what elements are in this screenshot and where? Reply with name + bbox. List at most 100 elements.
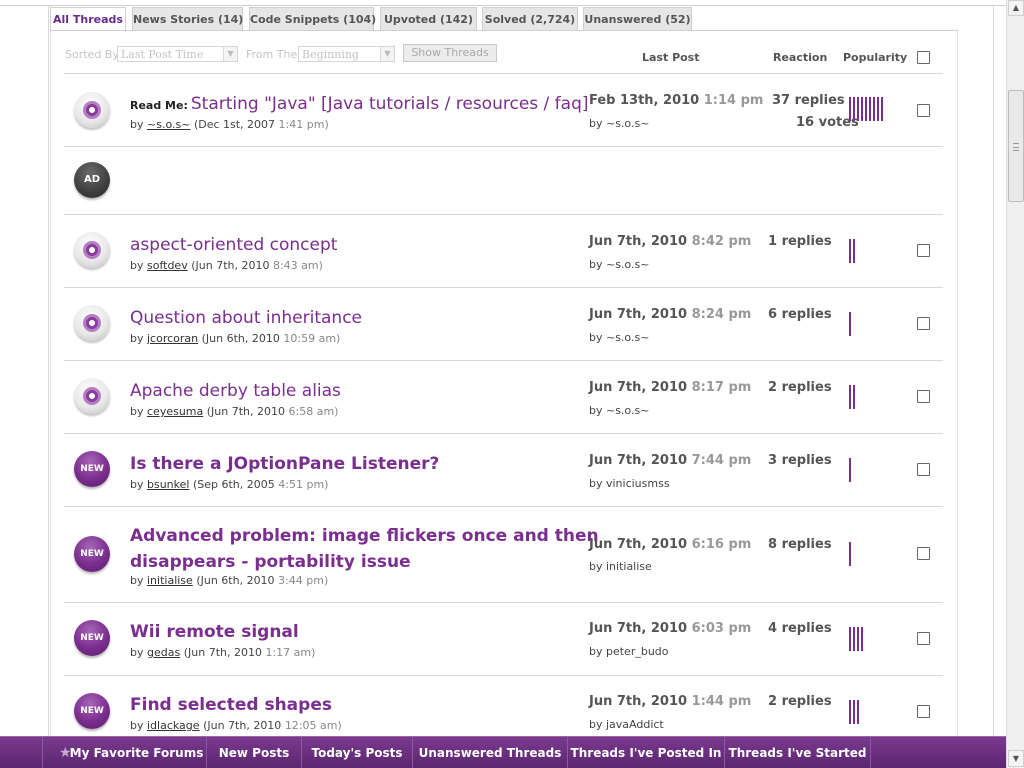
popularity-bars (849, 312, 853, 336)
starter-username[interactable]: bsunkel (147, 478, 189, 491)
quick-links-bar: ★ My Favorite Forums New Posts Today's P… (0, 736, 1006, 768)
reply-count: 6 replies (768, 307, 832, 322)
thread-starter: by jcorcoran (Jun 6th, 2010 10:59 am) (130, 332, 340, 345)
starter-username[interactable]: softdev (147, 259, 188, 272)
thread-title[interactable]: Advanced problem: image flickers once an… (130, 523, 599, 575)
starter-username[interactable]: ~s.o.s~ (147, 118, 190, 131)
sort-select[interactable]: Last Post Time ▼ (117, 46, 238, 62)
started-date: (Jun 7th, 2010 (206, 405, 286, 418)
tab-solved[interactable]: Solved (2,724) (482, 7, 578, 31)
thread-title[interactable]: Read Me: Starting "Java" [Java tutorials … (130, 91, 589, 119)
thread-checkbox[interactable] (917, 547, 930, 560)
column-popularity[interactable]: Popularity (843, 51, 907, 64)
tab-unanswered[interactable]: Unanswered (52) (583, 7, 692, 31)
thread-row: Read Me: Starting "Java" [Java tutorials … (64, 74, 943, 147)
threads-started-link[interactable]: Threads I've Started (725, 737, 871, 768)
thread-starter: by idlackage (Jun 7th, 2010 12:05 am) (130, 719, 342, 732)
popularity-bars (849, 97, 885, 121)
thread-checkbox[interactable] (917, 104, 930, 117)
new-thread-icon: NEW (74, 536, 110, 572)
scroll-up-arrow-icon[interactable]: ▲ (1008, 0, 1024, 16)
started-date: (Jun 7th, 2010 (183, 646, 262, 659)
thread-checkbox[interactable] (917, 632, 930, 645)
from-select[interactable]: Beginning ▼ (298, 46, 395, 62)
last-poster[interactable]: by ~s.o.s~ (589, 404, 649, 417)
thread-title[interactable]: Find selected shapes (130, 692, 332, 718)
tab-news-stories[interactable]: News Stories (14) (132, 7, 243, 31)
popularity-bar (869, 97, 871, 121)
popularity-bars (849, 385, 857, 409)
thread-title[interactable]: aspect-oriented concept (130, 232, 337, 258)
scroll-down-arrow-icon[interactable]: ▼ (1008, 750, 1024, 767)
read-me-prefix: Read Me: (130, 99, 188, 112)
last-poster[interactable]: by peter_budo (589, 645, 669, 658)
started-date: (Dec 1st, 2007 (193, 118, 276, 131)
popularity-bar (881, 97, 883, 121)
column-last-post[interactable]: Last Post (642, 51, 700, 64)
popularity-bar (853, 627, 855, 651)
thread-checkbox[interactable] (917, 705, 930, 718)
scrollbar-thumb[interactable] (1008, 90, 1024, 202)
popularity-bar (849, 239, 851, 263)
popularity-bars (849, 542, 853, 566)
todays-posts-link[interactable]: Today's Posts (302, 737, 413, 768)
by-label: by (130, 646, 144, 659)
started-date: (Jun 6th, 2010 (201, 332, 280, 345)
started-time: 12:05 am) (284, 719, 342, 732)
starter-username[interactable]: initialise (147, 574, 193, 587)
column-reaction[interactable]: Reaction (773, 51, 827, 64)
last-poster[interactable]: by ~s.o.s~ (589, 331, 649, 344)
my-favorite-forums-link[interactable]: ★ My Favorite Forums (42, 737, 207, 768)
thread-title[interactable]: Apache derby table alias (130, 378, 341, 404)
show-threads-button[interactable]: Show Threads (403, 44, 497, 62)
by-label: by (130, 332, 144, 345)
thread-row: aspect-oriented concept by softdev (Jun … (64, 215, 943, 288)
starter-username[interactable]: gedas (147, 646, 180, 659)
popularity-bar (857, 700, 859, 724)
tab-upvoted[interactable]: Upvoted (142) (380, 7, 477, 31)
last-poster[interactable]: by javaAddict (589, 718, 664, 731)
last-poster[interactable]: by initialise (589, 560, 652, 573)
ad-row: AD (64, 147, 943, 215)
tabs-divider (50, 30, 958, 31)
thread-checkbox[interactable] (917, 390, 930, 403)
thread-starter: by initialise (Jun 6th, 2010 3:44 pm) (130, 574, 328, 587)
vertical-scrollbar[interactable]: ▲ ▼ (1006, 0, 1024, 768)
thread-checkbox[interactable] (917, 463, 930, 476)
threads-posted-in-link[interactable]: Threads I've Posted In (568, 737, 725, 768)
chevron-down-icon: ▼ (380, 47, 394, 61)
tab-all-threads[interactable]: All Threads (50, 7, 126, 32)
thread-read-icon (74, 378, 110, 414)
thread-title[interactable]: Question about inheritance (130, 305, 362, 331)
new-posts-link[interactable]: New Posts (207, 737, 302, 768)
starter-username[interactable]: idlackage (147, 719, 200, 732)
starter-username[interactable]: ceyesuma (147, 405, 203, 418)
new-thread-icon: NEW (74, 451, 110, 487)
thread-checkbox[interactable] (917, 317, 930, 330)
my-favorite-forums-label: My Favorite Forums (69, 746, 204, 760)
popularity-bars (849, 627, 865, 651)
started-time: 1:17 am) (265, 646, 316, 659)
last-poster[interactable]: by ~s.o.s~ (589, 117, 649, 130)
last-post-date: Jun 7th, 2010 6:16 pm (589, 537, 752, 552)
last-post-date: Feb 13th, 2010 1:14 pm (589, 93, 764, 108)
starter-username[interactable]: jcorcoran (147, 332, 198, 345)
popularity-bar (853, 385, 855, 409)
thread-title[interactable]: Wii remote signal (130, 619, 299, 645)
select-all-checkbox[interactable] (917, 51, 930, 64)
popularity-bar (849, 542, 851, 566)
thread-checkbox[interactable] (917, 244, 930, 257)
last-poster[interactable]: by viniciusmss (589, 477, 670, 490)
from-label: From The (246, 48, 298, 61)
popularity-bars (849, 700, 861, 724)
started-time: 1:41 pm) (278, 118, 329, 131)
by-label: by (130, 719, 144, 732)
tab-code-snippets[interactable]: Code Snippets (104) (249, 7, 376, 31)
thread-read-icon (74, 305, 110, 341)
thread-title[interactable]: Is there a JOptionPane Listener? (130, 451, 439, 477)
popularity-bar (861, 627, 863, 651)
last-poster[interactable]: by ~s.o.s~ (589, 258, 649, 271)
reply-count: 8 replies (768, 537, 832, 552)
unanswered-threads-link[interactable]: Unanswered Threads (413, 737, 568, 768)
thread-row: Question about inheritance by jcorcoran … (64, 288, 943, 361)
